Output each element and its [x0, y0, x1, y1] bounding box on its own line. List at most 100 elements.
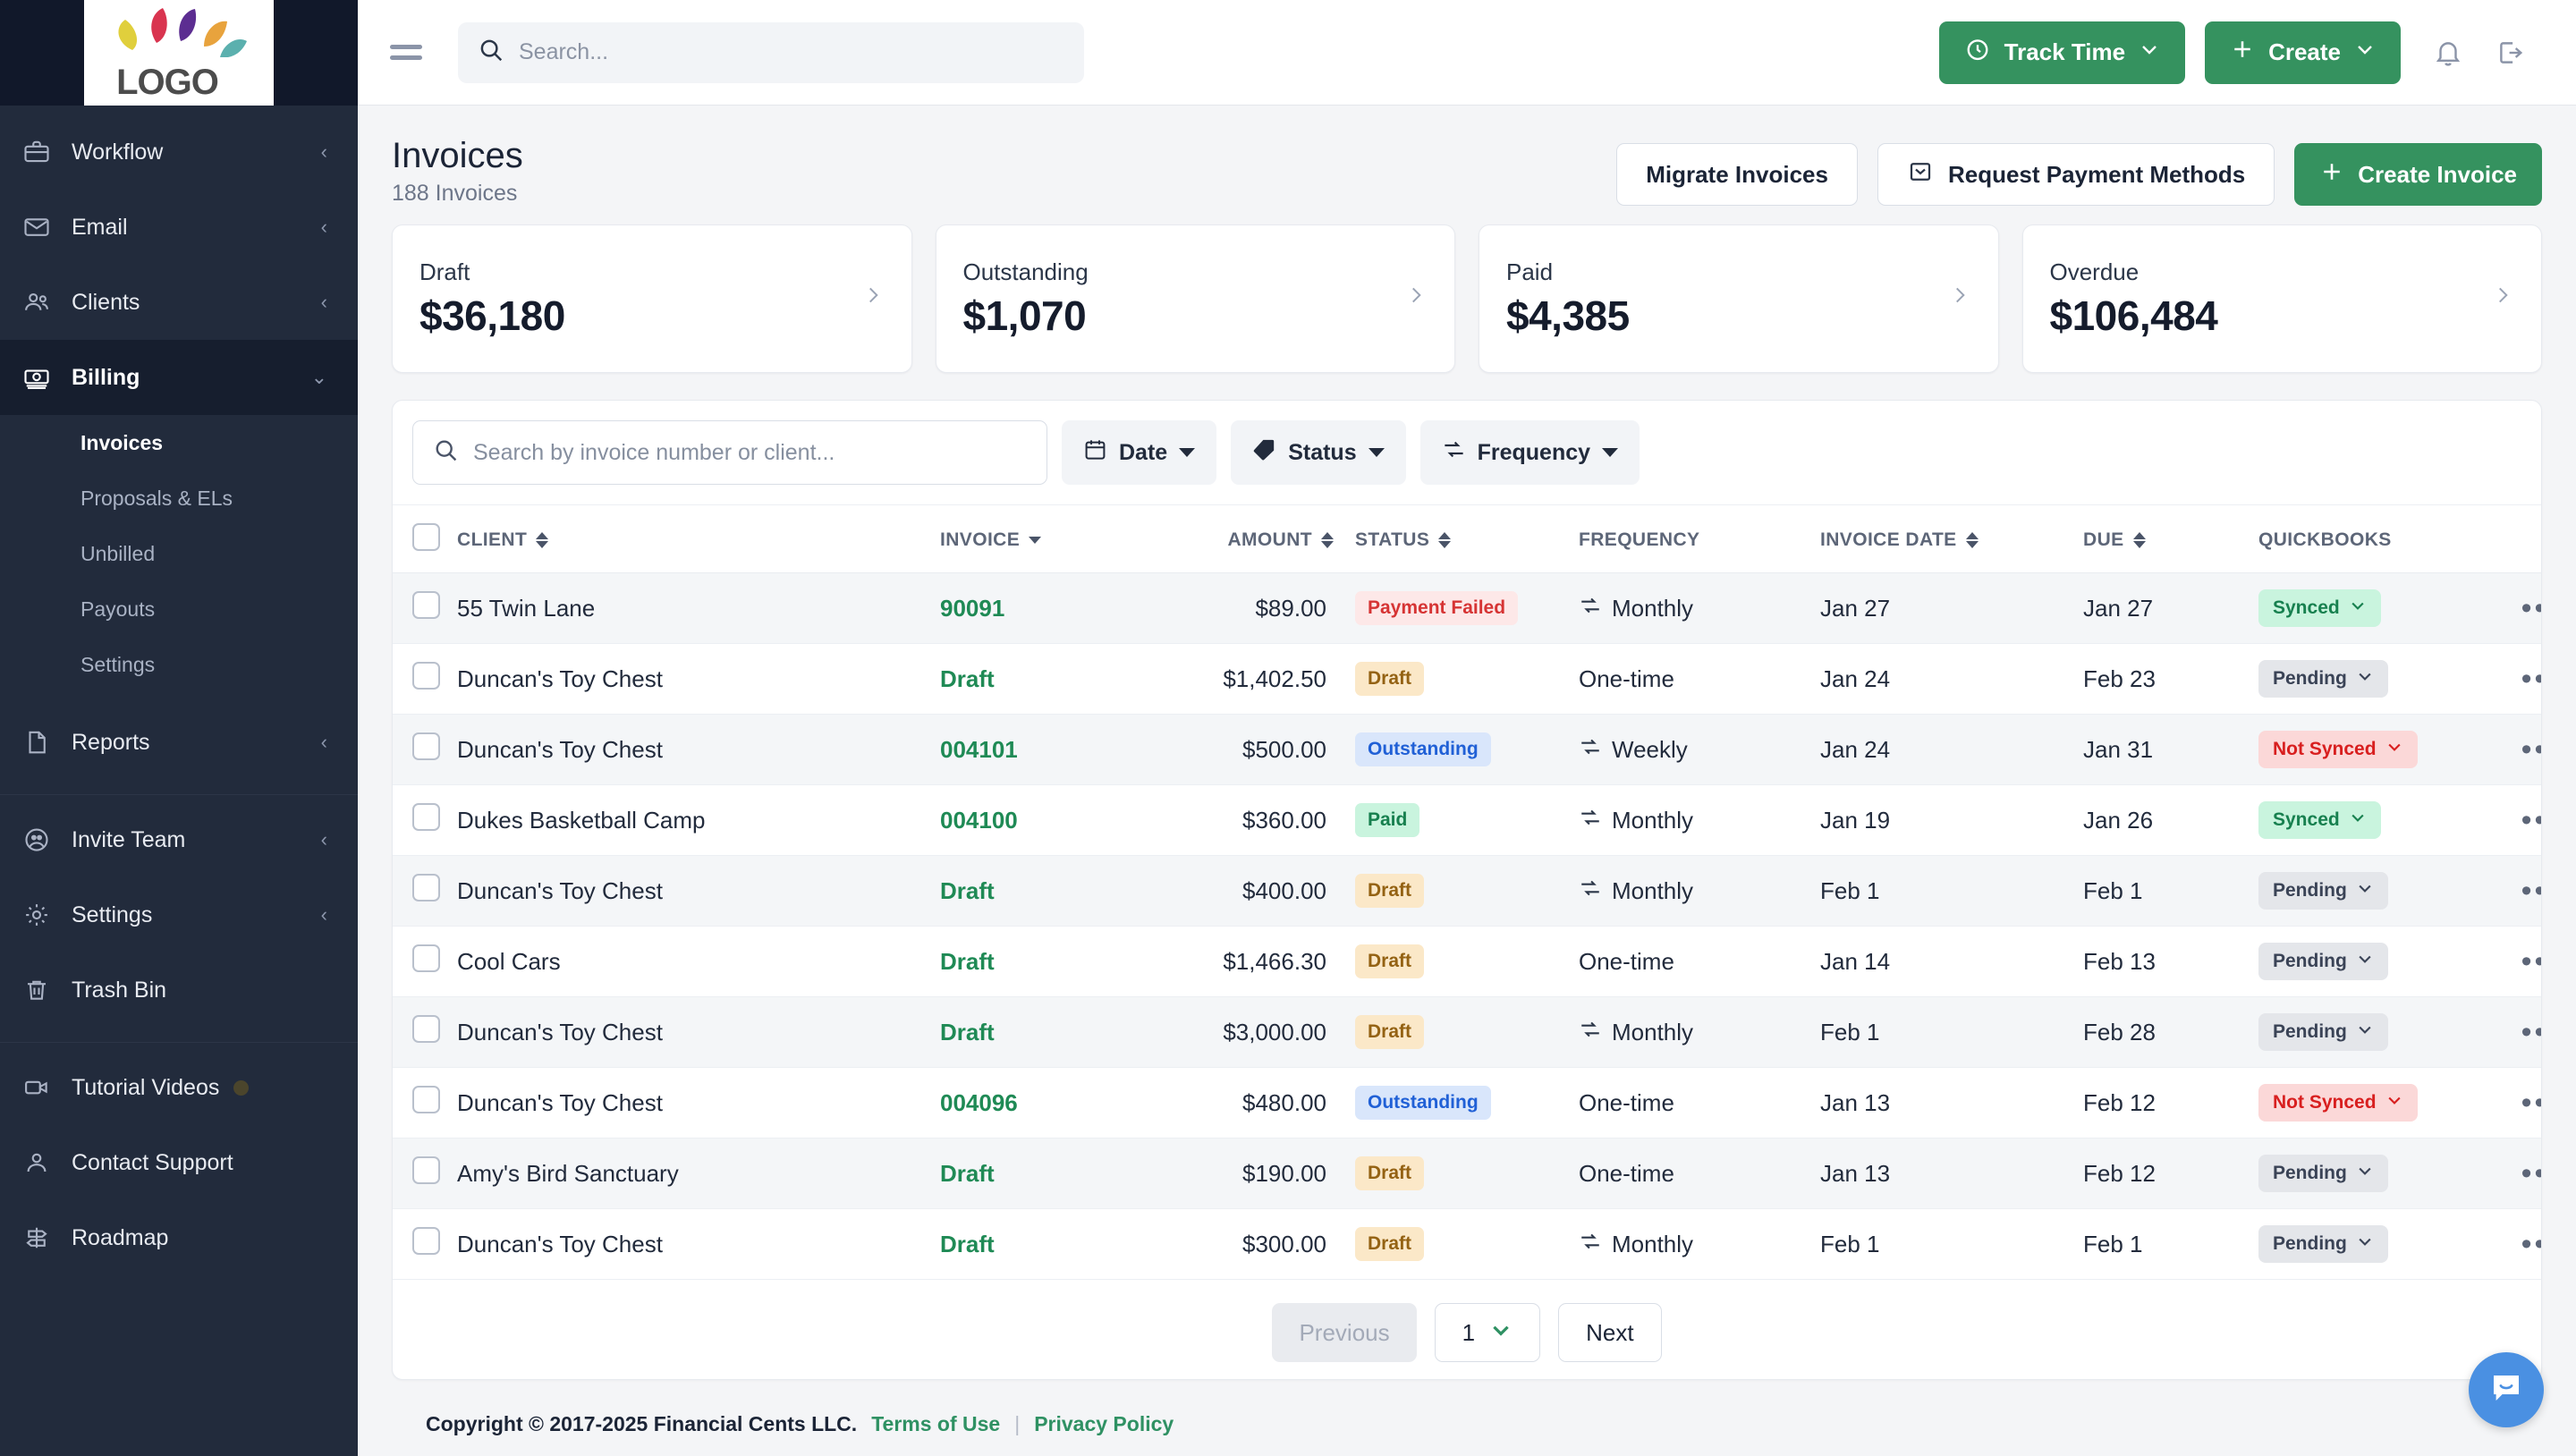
- row-more-actions-button[interactable]: •••: [2521, 803, 2541, 837]
- sidebar-item-email[interactable]: Email ‹: [0, 190, 358, 265]
- invoice-link[interactable]: Draft: [940, 1231, 995, 1257]
- row-checkbox[interactable]: [412, 944, 440, 972]
- chat-support-button[interactable]: [2469, 1352, 2544, 1427]
- row-more-actions-button[interactable]: •••: [2521, 1015, 2541, 1049]
- table-row[interactable]: Duncan's Toy Chest Draft $300.00 Draft Month…: [393, 1208, 2541, 1280]
- cell-invoice-date: Jan 14: [1799, 926, 2067, 997]
- notifications-bell-icon[interactable]: [2417, 21, 2479, 84]
- sidebar-item-trash-bin[interactable]: Trash Bin: [0, 952, 358, 1028]
- sidebar-item-invite-team[interactable]: Invite Team ‹: [0, 802, 358, 877]
- row-checkbox[interactable]: [412, 874, 440, 902]
- invoice-link[interactable]: Draft: [940, 1019, 995, 1045]
- table-row[interactable]: Dukes Basketball Camp 004100 $360.00 Paid Mo…: [393, 784, 2541, 856]
- create-invoice-button[interactable]: Create Invoice: [2294, 143, 2542, 206]
- quickbooks-status-dropdown[interactable]: Pending: [2258, 872, 2388, 910]
- table-row[interactable]: 55 Twin Lane 90091 $89.00 Payment Failed Mon…: [393, 572, 2541, 644]
- menu-toggle-icon[interactable]: [390, 45, 422, 60]
- create-button[interactable]: Create: [2205, 21, 2401, 84]
- quickbooks-status-dropdown[interactable]: Synced: [2258, 589, 2381, 627]
- privacy-policy-link[interactable]: Privacy Policy: [1034, 1412, 1174, 1436]
- quickbooks-status-dropdown[interactable]: Not Synced: [2258, 1084, 2418, 1122]
- table-row[interactable]: Duncan's Toy Chest Draft $1,402.50 Draft One…: [393, 643, 2541, 715]
- sidebar-item-unbilled[interactable]: Unbilled: [0, 526, 358, 581]
- sidebar-help-group: Tutorial Videos Contact Support Roadmap: [0, 1050, 358, 1291]
- request-payment-methods-button[interactable]: Request Payment Methods: [1877, 143, 2275, 206]
- table-row[interactable]: Duncan's Toy Chest Draft $3,000.00 Draft Mon…: [393, 996, 2541, 1068]
- sidebar-item-proposals-els[interactable]: Proposals & ELs: [0, 470, 358, 526]
- column-header-client[interactable]: CLIENT: [457, 505, 940, 573]
- row-checkbox[interactable]: [412, 732, 440, 760]
- row-more-actions-button[interactable]: •••: [2521, 662, 2541, 696]
- row-more-actions-button[interactable]: •••: [2521, 1227, 2541, 1261]
- terms-of-use-link[interactable]: Terms of Use: [871, 1412, 1000, 1436]
- table-row[interactable]: Amy's Bird Sanctuary Draft $190.00 Draft One…: [393, 1138, 2541, 1209]
- row-checkbox[interactable]: [412, 662, 440, 690]
- invoice-search-input[interactable]: Search by invoice number or client...: [412, 420, 1047, 485]
- column-header-due[interactable]: DUE: [2067, 505, 2237, 573]
- sidebar-item-billing-settings[interactable]: Settings: [0, 637, 358, 692]
- row-more-actions-button[interactable]: •••: [2521, 944, 2541, 978]
- sidebar-item-billing[interactable]: Billing ⌄: [0, 340, 358, 415]
- sidebar-item-workflow[interactable]: Workflow ‹: [0, 114, 358, 190]
- column-header-invoice[interactable]: INVOICE: [940, 505, 1137, 573]
- row-checkbox[interactable]: [412, 591, 440, 619]
- column-header-status[interactable]: STATUS: [1334, 505, 1557, 573]
- summary-card-paid[interactable]: Paid $4,385: [1479, 224, 1999, 373]
- invoice-link[interactable]: 004096: [940, 1089, 1018, 1116]
- chat-bubble-icon: [2487, 1369, 2525, 1411]
- row-checkbox[interactable]: [412, 1086, 440, 1113]
- table-row[interactable]: Duncan's Toy Chest 004101 $500.00 Outstandi…: [393, 714, 2541, 785]
- quickbooks-status-dropdown[interactable]: Pending: [2258, 1013, 2388, 1051]
- row-checkbox[interactable]: [412, 803, 440, 831]
- frequency-filter[interactable]: Frequency: [1419, 420, 1640, 485]
- summary-card-outstanding[interactable]: Outstanding $1,070: [935, 224, 1455, 373]
- sidebar-item-reports[interactable]: Reports ‹: [0, 705, 358, 780]
- invoice-link[interactable]: 90091: [940, 595, 1004, 622]
- table-row[interactable]: Duncan's Toy Chest Draft $400.00 Draft Month…: [393, 855, 2541, 927]
- summary-card-draft[interactable]: Draft $36,180: [392, 224, 912, 373]
- previous-page-button[interactable]: Previous: [1272, 1303, 1417, 1362]
- row-checkbox[interactable]: [412, 1227, 440, 1255]
- sidebar-item-invoices[interactable]: Invoices: [0, 415, 358, 470]
- row-checkbox[interactable]: [412, 1015, 440, 1043]
- row-more-actions-button[interactable]: •••: [2521, 591, 2541, 625]
- invoice-link[interactable]: Draft: [940, 948, 995, 975]
- row-more-actions-button[interactable]: •••: [2521, 874, 2541, 908]
- date-filter[interactable]: Date: [1062, 420, 1217, 485]
- row-checkbox[interactable]: [412, 1156, 440, 1184]
- sidebar-item-contact-support[interactable]: Contact Support: [0, 1125, 358, 1200]
- search-input[interactable]: Search...: [458, 21, 1084, 83]
- invoice-link[interactable]: Draft: [940, 1160, 995, 1187]
- track-time-button[interactable]: Track Time: [1938, 21, 2186, 84]
- summary-card-overdue[interactable]: Overdue $106,484: [2021, 224, 2542, 373]
- migrate-invoices-button[interactable]: Migrate Invoices: [1616, 143, 1858, 206]
- sidebar-item-clients[interactable]: Clients ‹: [0, 265, 358, 340]
- invoice-link[interactable]: Draft: [940, 665, 995, 692]
- row-more-actions-button[interactable]: •••: [2521, 1086, 2541, 1120]
- status-filter[interactable]: Status: [1231, 420, 1406, 485]
- logout-icon[interactable]: [2479, 21, 2542, 84]
- sidebar-item-roadmap[interactable]: Roadmap: [0, 1200, 358, 1275]
- quickbooks-status-dropdown[interactable]: Synced: [2258, 801, 2381, 839]
- row-more-actions-button[interactable]: •••: [2521, 732, 2541, 766]
- quickbooks-status-dropdown[interactable]: Pending: [2258, 1155, 2388, 1192]
- table-row[interactable]: Cool Cars Draft $1,466.30 Draft One-time Jan …: [393, 926, 2541, 997]
- page-selector[interactable]: 1: [1434, 1303, 1541, 1362]
- sidebar-item-tutorial-videos[interactable]: Tutorial Videos: [0, 1050, 358, 1125]
- logo[interactable]: LOGO: [0, 0, 358, 106]
- sidebar-item-settings[interactable]: Settings ‹: [0, 877, 358, 952]
- sidebar-item-payouts[interactable]: Payouts: [0, 581, 358, 637]
- invoice-link[interactable]: 004101: [940, 736, 1018, 763]
- select-all-checkbox[interactable]: [412, 523, 440, 551]
- next-page-button[interactable]: Next: [1558, 1303, 1662, 1362]
- row-more-actions-button[interactable]: •••: [2521, 1156, 2541, 1190]
- quickbooks-status-dropdown[interactable]: Not Synced: [2258, 731, 2418, 768]
- column-header-invoice-date[interactable]: INVOICE DATE: [1799, 505, 2067, 573]
- quickbooks-status-dropdown[interactable]: Pending: [2258, 943, 2388, 980]
- quickbooks-status-dropdown[interactable]: Pending: [2258, 1225, 2388, 1263]
- invoice-link[interactable]: Draft: [940, 877, 995, 904]
- invoice-link[interactable]: 004100: [940, 807, 1018, 834]
- table-row[interactable]: Duncan's Toy Chest 004096 $480.00 Outstandi…: [393, 1067, 2541, 1139]
- quickbooks-status-dropdown[interactable]: Pending: [2258, 660, 2388, 698]
- column-header-amount[interactable]: AMOUNT: [1137, 505, 1334, 573]
